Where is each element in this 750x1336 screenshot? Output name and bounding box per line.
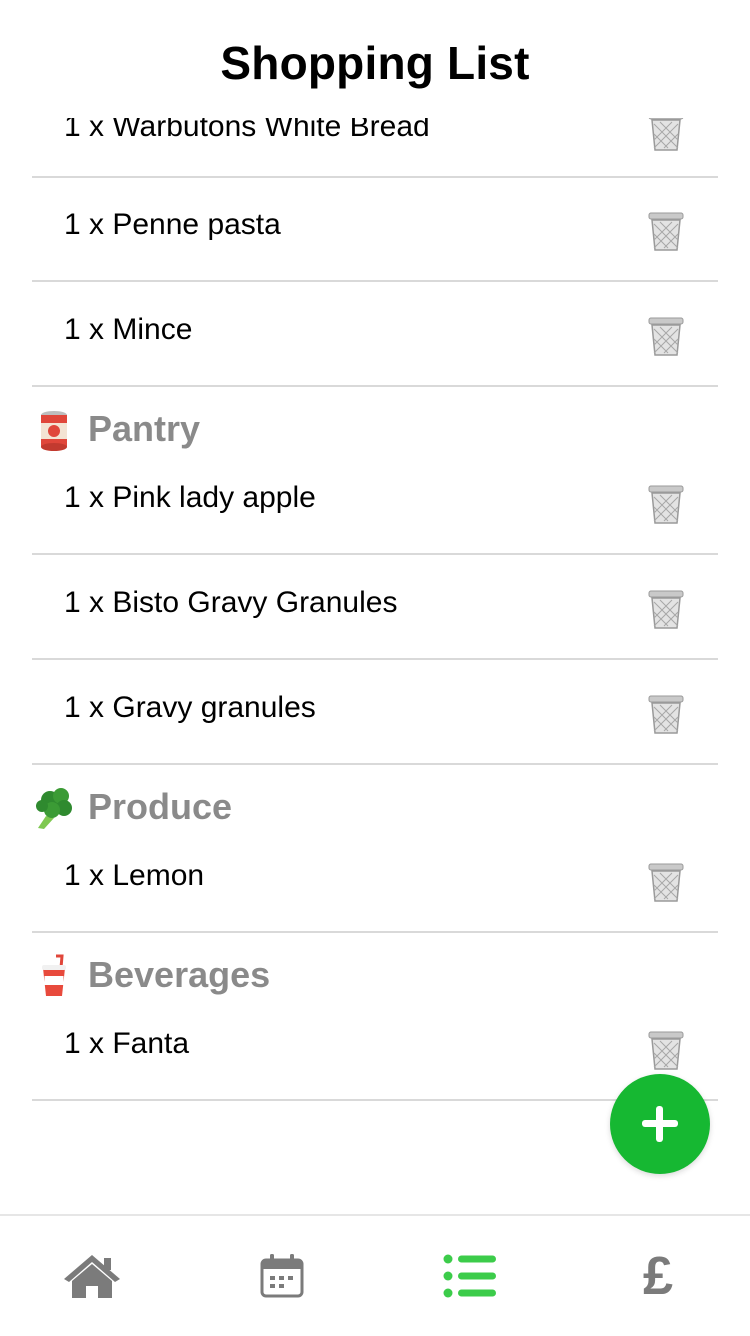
home-icon (64, 1255, 120, 1298)
item-label: 1 x Mince (64, 313, 193, 346)
item-label: 1 x Bisto Gravy Granules (64, 586, 398, 619)
list-item[interactable]: 1 x Penne pasta (32, 178, 718, 282)
item-label: 1 x Fanta (64, 1027, 190, 1060)
cup-with-straw-icon (42, 954, 66, 996)
trash-icon[interactable] (648, 212, 684, 252)
trash-icon[interactable] (648, 112, 684, 152)
trash-icon[interactable] (648, 863, 684, 903)
trash-icon[interactable] (648, 485, 684, 525)
tab-shopping-list[interactable] (440, 1246, 500, 1306)
broccoli-icon (36, 788, 72, 829)
item-label: 1 x Penne pasta (64, 208, 281, 241)
tab-home[interactable] (62, 1246, 122, 1306)
trash-icon[interactable] (648, 695, 684, 735)
shopping-list[interactable]: 1 x Warbutons White Bread 1 x Penne past… (0, 0, 750, 1214)
list-item[interactable]: 1 x Pink lady apple (32, 451, 718, 555)
item-label: 1 x Lemon (64, 859, 205, 892)
trash-icon[interactable] (648, 1031, 684, 1071)
tab-bar: £ (0, 1214, 750, 1336)
list-item[interactable]: 1 x Gravy granules (32, 661, 718, 765)
item-label: 1 x Pink lady apple (64, 481, 316, 514)
add-item-button[interactable] (610, 1074, 710, 1174)
list-item[interactable]: 1 x Bisto Gravy Granules (32, 556, 718, 660)
tab-budget[interactable]: £ (628, 1246, 688, 1306)
section-title: Pantry (88, 408, 201, 449)
section-title: Produce (88, 786, 233, 827)
canned-food-icon (41, 411, 67, 451)
pound-sign-icon: £ (642, 1246, 674, 1306)
page-title: Shopping List (220, 37, 530, 89)
list-icon (443, 1254, 496, 1298)
trash-icon[interactable] (648, 590, 684, 630)
trash-icon[interactable] (648, 317, 684, 357)
list-item[interactable]: 1 x Lemon (32, 829, 718, 933)
nav-header: Shopping List (0, 0, 750, 118)
item-label: 1 x Gravy granules (64, 691, 316, 724)
list-item[interactable]: 1 x Mince (32, 283, 718, 387)
section-title: Beverages (88, 954, 271, 995)
tab-calendar[interactable] (252, 1246, 312, 1306)
list-item[interactable]: 1 x Fanta (32, 997, 718, 1101)
calendar-icon (260, 1254, 304, 1298)
